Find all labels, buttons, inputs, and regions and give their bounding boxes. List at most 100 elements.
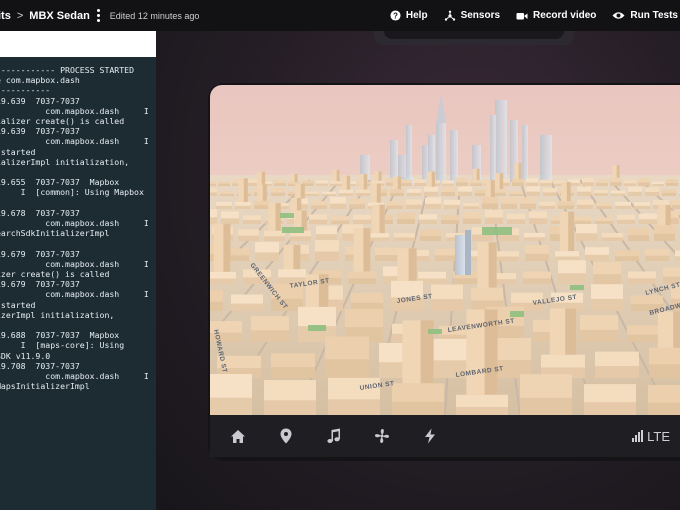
block-shadow bbox=[311, 205, 327, 209]
block-shadow bbox=[594, 193, 608, 196]
block-shadow bbox=[485, 217, 503, 224]
block-shadow bbox=[628, 191, 642, 196]
block-shadow bbox=[593, 274, 621, 284]
block-shadow bbox=[274, 183, 286, 186]
block-shadow bbox=[325, 359, 369, 378]
block-shadow bbox=[218, 184, 230, 186]
block-shadow bbox=[645, 192, 659, 196]
block-shadow bbox=[221, 218, 239, 224]
tall-building-side bbox=[568, 211, 575, 252]
skyline-tower bbox=[522, 125, 528, 180]
block-shadow bbox=[309, 219, 327, 224]
block-shadow bbox=[414, 182, 426, 186]
block-shadow bbox=[624, 183, 636, 186]
block-shadow bbox=[610, 182, 622, 186]
energy-button[interactable] bbox=[406, 415, 454, 457]
home-button[interactable] bbox=[214, 415, 262, 457]
block-shadow bbox=[580, 329, 618, 342]
top-bar: its > MBX Sedan Edited 12 minutes ago ? … bbox=[0, 0, 680, 31]
block-shadow bbox=[577, 191, 591, 196]
park-area bbox=[482, 227, 512, 235]
block-shadow bbox=[666, 182, 678, 186]
block-shadow bbox=[348, 278, 376, 284]
block-shadow bbox=[316, 183, 328, 186]
music-button[interactable] bbox=[310, 415, 358, 457]
block-shadow bbox=[353, 219, 371, 224]
block-shadow bbox=[675, 256, 680, 261]
navigation-button[interactable] bbox=[262, 415, 310, 457]
fan-icon bbox=[375, 429, 389, 443]
run-tests-label: Run Tests bbox=[630, 10, 678, 21]
block-shadow bbox=[328, 399, 380, 415]
map-view[interactable]: GREENWICH ST TAYLOR ST JONES ST VALLEJO … bbox=[210, 85, 680, 415]
block-shadow bbox=[322, 194, 336, 196]
block-shadow bbox=[648, 402, 680, 415]
block-shadow bbox=[210, 397, 252, 415]
tall-building-side bbox=[262, 184, 267, 201]
record-video-button[interactable]: Record video bbox=[516, 10, 596, 21]
park-area bbox=[308, 325, 326, 331]
block-shadow bbox=[305, 193, 319, 196]
tall-building-side bbox=[490, 180, 495, 197]
mirror-mount bbox=[384, 31, 564, 39]
tall-building-side bbox=[431, 171, 436, 187]
map-3d-render[interactable]: GREENWICH ST TAYLOR ST JONES ST VALLEJO … bbox=[210, 85, 680, 415]
block-shadow bbox=[375, 255, 399, 261]
more-options-icon[interactable] bbox=[96, 9, 101, 22]
skyline-tower bbox=[450, 130, 458, 185]
block-shadow bbox=[394, 237, 415, 241]
block-shadow bbox=[444, 204, 460, 209]
tall-building-side bbox=[293, 244, 301, 270]
eye-icon bbox=[612, 12, 625, 19]
block-shadow bbox=[526, 191, 540, 196]
block-shadow bbox=[419, 219, 437, 224]
block-shadow bbox=[442, 183, 454, 186]
tall-building-side bbox=[397, 176, 402, 190]
block-shadow bbox=[238, 235, 259, 241]
help-button[interactable]: ? Help bbox=[390, 10, 428, 21]
sensors-button[interactable]: Sensors bbox=[444, 10, 500, 22]
block-shadow bbox=[573, 220, 591, 224]
block-shadow bbox=[243, 220, 261, 224]
block-shadow bbox=[539, 205, 555, 209]
park-area bbox=[428, 329, 442, 334]
block-shadow bbox=[210, 183, 216, 186]
video-camera-icon bbox=[516, 12, 528, 19]
block-shadow bbox=[639, 219, 657, 224]
block-shadow bbox=[595, 221, 613, 224]
block-shadow bbox=[470, 183, 482, 186]
block-shadow bbox=[456, 406, 508, 415]
lightning-icon bbox=[425, 428, 435, 444]
svg-text:?: ? bbox=[393, 11, 398, 20]
block-shadow bbox=[529, 218, 547, 224]
project-name[interactable]: MBX Sedan bbox=[29, 10, 90, 22]
block-shadow bbox=[498, 235, 519, 241]
block-shadow bbox=[387, 205, 403, 209]
toolbar-actions: ? Help Sensors Record video Run Tests bbox=[390, 0, 678, 31]
block-shadow bbox=[525, 253, 549, 261]
help-icon: ? bbox=[390, 10, 401, 21]
block-shadow bbox=[507, 219, 525, 224]
block-shadow bbox=[615, 205, 631, 209]
block-shadow bbox=[509, 193, 523, 196]
block-shadow bbox=[576, 233, 597, 241]
breadcrumb-separator: > bbox=[16, 9, 24, 22]
run-tests-button[interactable]: Run Tests bbox=[612, 10, 678, 21]
tall-building-side bbox=[673, 311, 680, 348]
block-shadow bbox=[501, 203, 517, 209]
tall-building-side bbox=[476, 168, 480, 181]
park-area bbox=[280, 213, 294, 218]
climate-button[interactable] bbox=[358, 415, 406, 457]
log-filter-input[interactable] bbox=[0, 31, 156, 57]
block-shadow bbox=[520, 203, 536, 209]
park-area bbox=[570, 285, 584, 290]
block-shadow bbox=[400, 183, 412, 186]
block-shadow bbox=[595, 366, 639, 378]
breadcrumb-parent[interactable]: its bbox=[0, 10, 11, 22]
skyline-tower bbox=[490, 115, 496, 180]
breadcrumb: its > MBX Sedan bbox=[0, 10, 90, 22]
block-shadow bbox=[235, 205, 251, 209]
block-shadow bbox=[339, 193, 353, 196]
home-icon bbox=[231, 429, 245, 443]
tall-building-side bbox=[223, 223, 231, 272]
